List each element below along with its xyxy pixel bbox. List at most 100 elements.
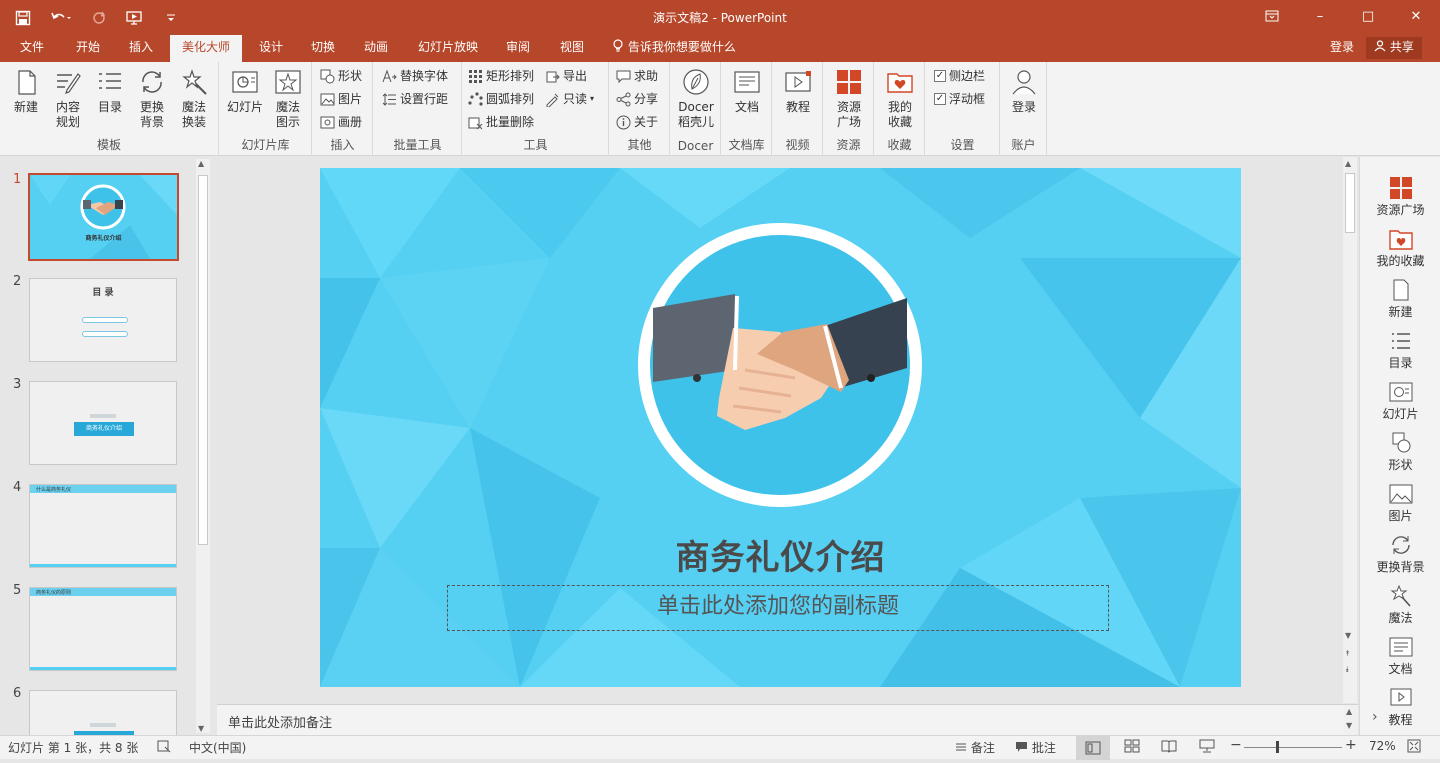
- zoom-slider-thumb[interactable]: [1276, 741, 1279, 753]
- arc-arrange-button[interactable]: 圆弧排列: [468, 89, 534, 109]
- magic-diagram-button[interactable]: 魔法 图示: [268, 68, 308, 130]
- notes-pane[interactable]: 单击此处添加备注 ▲ ▼: [217, 704, 1358, 735]
- collapse-pane-chevron-icon[interactable]: ›: [1372, 709, 1378, 725]
- thumbnail-scrollbar[interactable]: ▲ ▼: [196, 159, 210, 733]
- notes-toggle[interactable]: 备注: [955, 739, 995, 756]
- undo-icon[interactable]: [44, 5, 78, 31]
- previous-slide-icon[interactable]: ⯭: [1345, 649, 1350, 659]
- tab-animations[interactable]: 动画: [352, 35, 400, 62]
- export-button[interactable]: 导出: [545, 66, 587, 86]
- side-new[interactable]: 新建: [1360, 279, 1440, 320]
- content-plan-button[interactable]: 内容 规划: [48, 68, 88, 130]
- slide-thumbnail-2[interactable]: 目 录: [29, 278, 177, 362]
- slide-thumbnail-6[interactable]: [29, 690, 177, 735]
- scroll-up-icon[interactable]: ▲: [1345, 159, 1351, 168]
- tab-design[interactable]: 设计: [248, 35, 294, 62]
- readonly-button[interactable]: 只读 ▾: [545, 89, 594, 109]
- line-spacing-button[interactable]: 设置行距: [382, 89, 448, 109]
- comments-toggle[interactable]: 批注: [1015, 739, 1056, 756]
- slide-thumbnail-3[interactable]: 商务礼仪介绍: [29, 381, 177, 465]
- scroll-down-icon[interactable]: ▼: [198, 724, 204, 733]
- resource-plaza-button[interactable]: 资源 广场: [829, 68, 869, 130]
- tab-slideshow[interactable]: 幻灯片放映: [408, 35, 488, 62]
- my-favorites-button[interactable]: 我的 收藏: [880, 68, 920, 130]
- tab-view[interactable]: 视图: [548, 35, 596, 62]
- editor-scroll-thumb[interactable]: [1345, 173, 1355, 233]
- side-documents[interactable]: 文档: [1360, 636, 1440, 677]
- side-slides[interactable]: 幻灯片: [1360, 381, 1440, 422]
- close-button[interactable]: ✕: [1392, 0, 1440, 32]
- minimize-button[interactable]: –: [1296, 0, 1344, 32]
- doc-button[interactable]: 文档: [727, 68, 767, 115]
- ribbon-display-options-icon[interactable]: [1248, 0, 1296, 32]
- slide-thumbnail-1[interactable]: 商务礼仪介绍: [28, 173, 179, 261]
- scroll-down-icon[interactable]: ▼: [1346, 721, 1352, 730]
- new-button[interactable]: 新建: [6, 68, 46, 115]
- tab-insert[interactable]: 插入: [116, 35, 166, 62]
- account-login-button[interactable]: 登录: [1004, 68, 1044, 115]
- scroll-up-icon[interactable]: ▲: [1346, 707, 1352, 716]
- notes-scrollbar[interactable]: ▲ ▼: [1344, 705, 1358, 735]
- login-link[interactable]: 登录: [1330, 35, 1354, 62]
- side-resource-plaza[interactable]: 资源广场: [1360, 177, 1440, 218]
- scroll-up-icon[interactable]: ▲: [198, 159, 204, 168]
- insert-shape-button[interactable]: 形状: [320, 66, 362, 86]
- insert-picture-button[interactable]: 图片: [320, 89, 362, 109]
- tab-home[interactable]: 开始: [62, 35, 114, 62]
- scroll-down-icon[interactable]: ▼: [1345, 631, 1351, 640]
- batch-delete-button[interactable]: 批量删除: [468, 112, 534, 132]
- language-indicator[interactable]: 中文(中国): [189, 739, 246, 756]
- float-box-checkbox[interactable]: ✓ 浮动框: [934, 89, 985, 109]
- tab-review[interactable]: 审阅: [494, 35, 542, 62]
- zoom-in-button[interactable]: +: [1345, 737, 1357, 753]
- accessibility-icon[interactable]: [157, 739, 171, 756]
- slide-thumbnail-4[interactable]: 什么是商务礼仪: [29, 484, 177, 568]
- slideshow-view-button[interactable]: [1199, 739, 1215, 756]
- save-icon[interactable]: [8, 5, 38, 31]
- thumbnail-scroll-thumb[interactable]: [198, 175, 208, 545]
- side-my-favorites[interactable]: 我的收藏: [1360, 228, 1440, 269]
- change-background-button[interactable]: 更换 背景: [132, 68, 172, 130]
- sidebar-check-icon[interactable]: ✓: [934, 70, 946, 82]
- magic-dressup-button[interactable]: 魔法 换装: [174, 68, 214, 130]
- rect-arrange-button[interactable]: 矩形排列: [468, 66, 534, 86]
- slideshow-from-start-icon[interactable]: [120, 5, 150, 31]
- side-pictures[interactable]: 图片: [1360, 483, 1440, 524]
- help-button[interactable]: 求助: [616, 66, 658, 86]
- slide-sorter-button[interactable]: [1124, 739, 1140, 756]
- docer-button[interactable]: Docer 稻壳儿: [674, 68, 718, 130]
- slides-button[interactable]: 幻灯片: [224, 68, 266, 115]
- tab-file[interactable]: 文件: [8, 35, 56, 62]
- share-button[interactable]: 共享: [1366, 37, 1422, 59]
- subtitle-placeholder[interactable]: 单击此处添加您的副标题: [447, 585, 1109, 631]
- replace-font-button[interactable]: 替换字体: [382, 66, 448, 86]
- side-toc[interactable]: 目录: [1360, 330, 1440, 371]
- about-button[interactable]: 关于: [616, 112, 658, 132]
- slide-title[interactable]: 商务礼仪介绍: [320, 530, 1241, 579]
- zoom-out-button[interactable]: −: [1230, 737, 1242, 753]
- maximize-button[interactable]: □: [1344, 0, 1392, 32]
- next-slide-icon[interactable]: ⯯: [1345, 665, 1350, 675]
- side-magic[interactable]: 魔法: [1360, 585, 1440, 626]
- tab-transitions[interactable]: 切换: [300, 35, 346, 62]
- reading-view-button[interactable]: [1161, 739, 1177, 756]
- tutorial-button[interactable]: 教程: [778, 68, 818, 115]
- share-tool-button[interactable]: 分享: [616, 89, 658, 109]
- slide-canvas[interactable]: 商务礼仪介绍 单击此处添加您的副标题: [320, 168, 1241, 687]
- zoom-slider-track[interactable]: [1244, 747, 1342, 748]
- slide-thumbnail-5[interactable]: 商务礼仪的原则: [29, 587, 177, 671]
- float-box-check-icon[interactable]: ✓: [934, 93, 946, 105]
- customize-qat-icon[interactable]: [156, 5, 186, 31]
- insert-album-button[interactable]: 画册: [320, 112, 362, 132]
- tab-meihua[interactable]: 美化大师: [170, 35, 242, 62]
- side-shapes[interactable]: 形状: [1360, 432, 1440, 473]
- side-change-background[interactable]: 更换背景: [1360, 534, 1440, 575]
- tell-me-box[interactable]: 告诉我你想要做什么: [612, 35, 736, 62]
- redo-icon[interactable]: [84, 5, 114, 31]
- sidebar-checkbox[interactable]: ✓ 侧边栏: [934, 66, 985, 86]
- zoom-level[interactable]: 72%: [1369, 739, 1396, 753]
- fit-to-window-button[interactable]: [1407, 739, 1421, 756]
- normal-view-button[interactable]: [1076, 736, 1110, 760]
- toc-button[interactable]: 目录: [90, 68, 130, 115]
- editor-scrollbar[interactable]: ▲ ▼ ⯭ ⯯: [1343, 157, 1357, 703]
